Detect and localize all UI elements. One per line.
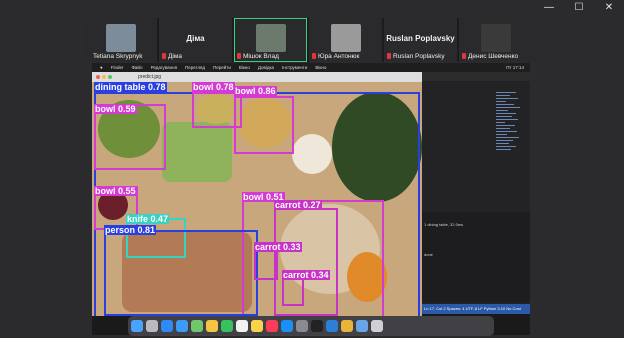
bbox-bowl <box>234 96 294 154</box>
apple-icon[interactable]: ● <box>100 63 103 72</box>
muted-mic-icon <box>312 53 316 59</box>
participant-video <box>106 24 136 52</box>
bbox-person <box>104 230 258 316</box>
close-button[interactable]: ✕ <box>594 0 624 16</box>
muted-mic-icon <box>462 53 466 59</box>
editor-status-bar: Ln 17, Col 2 Spaces: 4 UTF-8 LF Python 3… <box>420 304 530 314</box>
facetime-icon[interactable] <box>221 320 233 332</box>
preview-titlebar: predict.jpg <box>92 72 422 82</box>
participant-name-large: Ruslan Poplavsky <box>386 34 455 43</box>
menu-item[interactable]: Вікно <box>239 63 250 72</box>
detection-label: carrot 0.33 <box>254 242 302 252</box>
maximize-button[interactable]: ☐ <box>564 0 594 16</box>
chrome-icon[interactable] <box>341 320 353 332</box>
macos-dock <box>128 316 494 336</box>
finder-icon[interactable] <box>131 320 143 332</box>
menu-item[interactable]: Інструменти <box>282 63 307 72</box>
trash-icon[interactable] <box>371 320 383 332</box>
terminal-panel[interactable]: 1 dining table, 32.0ms done <box>420 212 530 302</box>
detection-label: bowl 0.55 <box>94 186 137 196</box>
menu-item[interactable]: Редагування <box>151 63 177 72</box>
maps-icon[interactable] <box>191 320 203 332</box>
participant-tile[interactable]: Діма Діма <box>159 18 232 62</box>
detection-label: carrot 0.34 <box>282 270 330 280</box>
participant-name-large: Діма <box>186 34 205 43</box>
participant-name: Денис Шевченко <box>468 53 519 60</box>
minimize-dot-icon[interactable] <box>102 75 106 79</box>
detection-label: person 0.81 <box>104 225 157 235</box>
participant-gallery: Tetiana Skrypnyk Діма Діма Мішок Влад Юр… <box>84 18 536 62</box>
detection-label: carrot 0.27 <box>274 200 322 210</box>
participant-name: Мішок Влад <box>243 53 279 60</box>
calendar-icon[interactable] <box>236 320 248 332</box>
settings-icon[interactable] <box>296 320 308 332</box>
mac-menubar: ● Finder Файл Редагування Перегляд Перей… <box>92 63 530 72</box>
participant-video <box>256 24 286 52</box>
terminal-icon[interactable] <box>311 320 323 332</box>
mail-icon[interactable] <box>176 320 188 332</box>
menu-item[interactable]: Довідка <box>258 63 274 72</box>
image-preview-window: predict.jpg dining table 0.78 bowl 0.59 … <box>92 72 422 316</box>
mac-clock: Пт 17:14 <box>506 65 524 70</box>
menu-item[interactable]: Вікно <box>315 63 326 72</box>
participant-name: Tetiana Skrypnyk <box>93 53 143 60</box>
terminal-output: 1 dining table, 32.0ms <box>424 222 464 227</box>
music-icon[interactable] <box>266 320 278 332</box>
detection-label: dining table 0.78 <box>94 82 167 92</box>
zoom-dot-icon[interactable] <box>108 75 112 79</box>
detection-label: bowl 0.78 <box>192 82 235 92</box>
photos-icon[interactable] <box>206 320 218 332</box>
muted-mic-icon <box>237 53 241 59</box>
menu-item[interactable]: Перегляд <box>185 63 205 72</box>
muted-mic-icon <box>387 53 391 59</box>
participant-tile[interactable]: Денис Шевченко <box>459 18 536 62</box>
app-store-icon[interactable] <box>281 320 293 332</box>
code-editor-window: 1 dining table, 32.0ms done Ln 17, Col 2… <box>420 72 530 314</box>
launchpad-icon[interactable] <box>146 320 158 332</box>
participant-video <box>331 24 361 52</box>
detection-label: bowl 0.59 <box>94 104 137 114</box>
preview-filename: predict.jpg <box>138 74 162 80</box>
participant-tile[interactable]: Юра Антонюк <box>309 18 382 62</box>
detection-image: dining table 0.78 bowl 0.59 bowl 0.78 bo… <box>92 82 422 316</box>
terminal-output: done <box>424 252 433 257</box>
window-controls: — ☐ ✕ <box>534 0 624 16</box>
participant-name: Юра Антонюк <box>318 53 360 60</box>
participant-name: Діма <box>168 53 182 60</box>
shared-screen: ● Finder Файл Редагування Перегляд Перей… <box>92 63 530 335</box>
editor-tabs <box>420 72 530 81</box>
safari-icon[interactable] <box>161 320 173 332</box>
participant-tile[interactable]: Ruslan Poplavsky Ruslan Poplavsky <box>384 18 457 62</box>
detection-label: knife 0.47 <box>126 214 170 224</box>
menu-item[interactable]: Finder <box>111 63 124 72</box>
participant-tile-active[interactable]: Мішок Влад <box>234 18 307 62</box>
code-minimap <box>496 90 522 152</box>
participant-name: Ruslan Poplavsky <box>393 53 445 60</box>
preview-icon[interactable] <box>356 320 368 332</box>
detection-label: bowl 0.86 <box>234 86 277 96</box>
participant-video <box>481 24 511 52</box>
menu-item[interactable]: Файл <box>131 63 142 72</box>
participant-tile[interactable]: Tetiana Skrypnyk <box>84 18 157 62</box>
bbox-carrot <box>282 276 304 306</box>
notes-icon[interactable] <box>251 320 263 332</box>
vscode-icon[interactable] <box>326 320 338 332</box>
minimize-button[interactable]: — <box>534 0 564 16</box>
muted-mic-icon <box>162 53 166 59</box>
menu-item[interactable]: Перейти <box>213 63 231 72</box>
close-dot-icon[interactable] <box>96 75 100 79</box>
